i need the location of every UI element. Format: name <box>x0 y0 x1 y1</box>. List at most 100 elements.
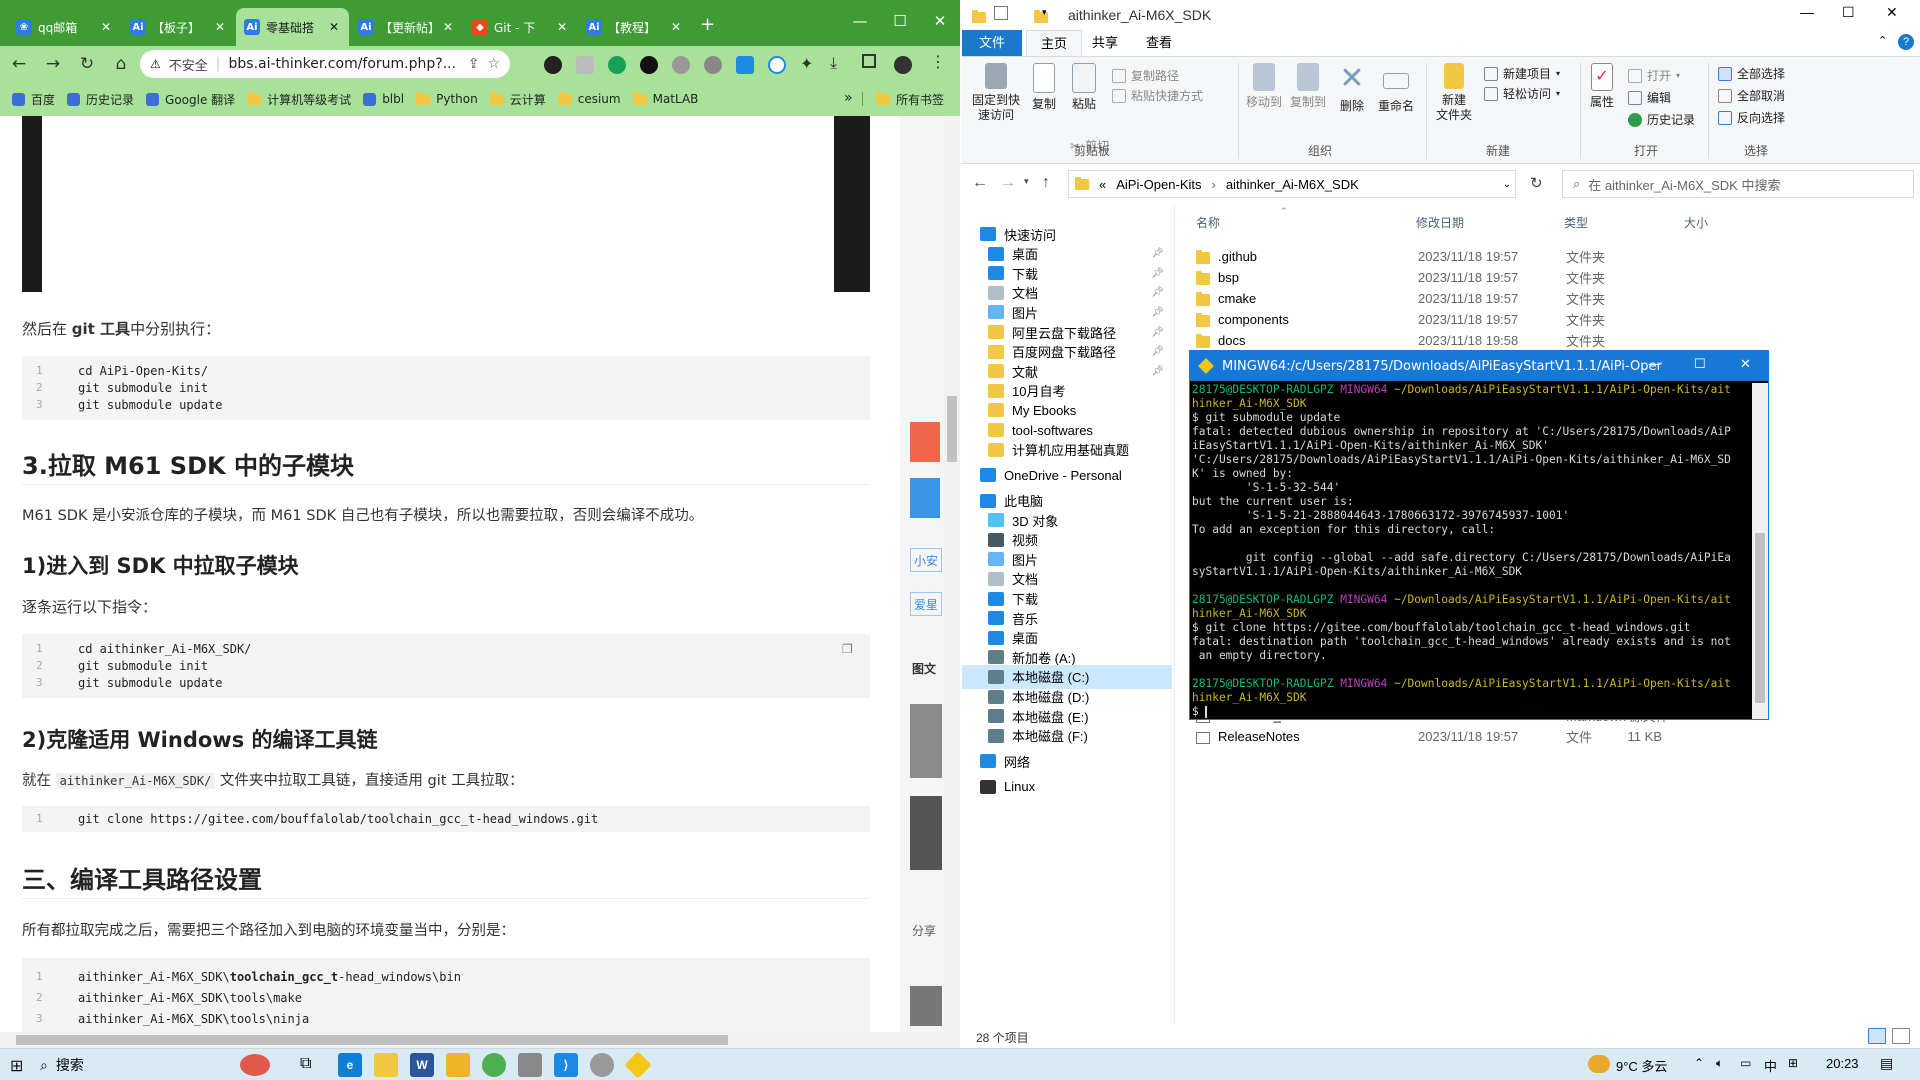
minimize-button[interactable]: — <box>1800 4 1814 20</box>
tab-file[interactable]: 文件 <box>962 30 1022 56</box>
file-row[interactable]: cmake 2023/11/18 19:57 文件夹 <box>1182 288 1902 309</box>
bookmark-item[interactable]: 云计算 <box>489 91 546 108</box>
ribbon-collapse-icon[interactable]: ⌃ <box>1878 34 1887 47</box>
extension-icon[interactable] <box>544 56 562 74</box>
extension-icon[interactable] <box>704 56 722 74</box>
edge-icon[interactable]: e <box>338 1053 362 1077</box>
extension-icon[interactable] <box>768 56 786 74</box>
all-bookmarks-button[interactable]: 所有书签 <box>876 91 944 108</box>
help-icon[interactable]: ? <box>1898 34 1914 50</box>
sidepanel-icon[interactable] <box>862 54 876 68</box>
select-all-button[interactable]: 全部选择 <box>1718 65 1785 82</box>
terminal-output[interactable]: 28175@DESKTOP-RADLGPZ MINGW64 ~/Download… <box>1192 383 1752 719</box>
notification-icon[interactable]: ▤ <box>1880 1055 1893 1072</box>
nav-item[interactable]: Linux <box>962 775 1172 799</box>
breadcrumb-item[interactable]: aithinker_Ai-M6X_SDK <box>1226 177 1359 192</box>
breadcrumb-overflow[interactable]: « <box>1099 177 1106 192</box>
tab-close-icon[interactable]: ✕ <box>213 20 227 34</box>
path-dropdown-icon[interactable]: ⌄ <box>1503 179 1511 190</box>
large-icons-view-icon[interactable] <box>1892 1028 1910 1044</box>
windows-start-icon[interactable]: ⊞ <box>10 1056 23 1076</box>
browser-tab[interactable]: ◆ Git - 下 ✕ <box>464 8 577 46</box>
url-text[interactable]: bbs.ai-thinker.com/forum.php?... <box>229 56 457 72</box>
forward-icon[interactable]: → <box>38 49 68 79</box>
close-button[interactable]: ✕ <box>1740 357 1751 372</box>
terminal-scrollbar[interactable] <box>1752 383 1768 719</box>
ime-indicator[interactable]: 中 <box>1764 1056 1777 1075</box>
browser-tab[interactable]: Ai 【板子】 ✕ <box>122 8 235 46</box>
reload-icon[interactable]: ↻ <box>72 49 102 79</box>
move-to-button[interactable]: 移动到 <box>1244 63 1284 110</box>
paste-shortcut-button[interactable]: 粘贴快捷方式 <box>1112 87 1203 104</box>
copy-to-button[interactable]: 复制到 <box>1288 63 1328 110</box>
browser-tab[interactable]: Ai 零基础搭 ✕ <box>236 8 349 46</box>
scroll-thumb[interactable] <box>16 1035 728 1045</box>
copy-icon[interactable]: ❐ <box>842 642 853 656</box>
thumbnail[interactable] <box>910 704 942 778</box>
invert-selection-button[interactable]: 反向选择 <box>1718 109 1785 126</box>
details-view-icon[interactable] <box>1868 1028 1886 1044</box>
thumbnail[interactable] <box>910 796 942 870</box>
word-icon[interactable]: W <box>410 1053 434 1077</box>
browser-tab[interactable]: Ai 【教程】 ✕ <box>578 8 691 46</box>
easy-access-button[interactable]: 轻松访问 ▾ <box>1484 85 1560 102</box>
translate-icon[interactable] <box>736 56 754 74</box>
nav-item[interactable]: 网络 <box>962 749 1172 773</box>
tab-close-icon[interactable]: ✕ <box>441 20 455 34</box>
bookmark-star-icon[interactable]: ☆ <box>487 56 500 72</box>
history-button[interactable]: 历史记录 <box>1628 111 1695 128</box>
app-icon[interactable] <box>590 1053 614 1077</box>
tab-close-icon[interactable]: ✕ <box>327 20 341 34</box>
search-input[interactable]: ⌕ 在 aithinker_Ai-M6X_SDK 中搜索 <box>1562 170 1914 198</box>
recent-locations-icon[interactable]: ▾ <box>1024 176 1029 187</box>
tab-close-icon[interactable]: ✕ <box>669 20 683 34</box>
column-name[interactable]: 名称 <box>1196 214 1220 231</box>
clock[interactable]: 20:23 <box>1826 1056 1859 1071</box>
bookmark-item[interactable]: 计算机等级考试 <box>247 91 351 108</box>
minimize-button[interactable]: — <box>1648 357 1661 372</box>
browser-tab[interactable]: ❀ qq邮箱 ✕ <box>8 8 121 46</box>
extension-icon[interactable] <box>608 56 626 74</box>
side-link[interactable]: 爱星 <box>910 592 942 616</box>
bookmark-item[interactable]: Google 翻译 <box>146 91 235 108</box>
nav-item[interactable]: OneDrive - Personal <box>962 463 1172 487</box>
extension-icon[interactable] <box>672 56 690 74</box>
path-box[interactable]: « AiPi-Open-Kits › aithinker_Ai-M6X_SDK … <box>1068 170 1516 198</box>
bookmark-item[interactable]: Python <box>416 91 478 106</box>
tab-share[interactable]: 共享 <box>1078 30 1132 56</box>
code-scrollbar[interactable] <box>858 638 868 702</box>
new-tab-button[interactable]: + <box>700 14 715 35</box>
tab-home[interactable]: 主页 <box>1026 30 1083 56</box>
maximize-button[interactable]: ☐ <box>1694 357 1706 372</box>
code-scrollbar[interactable] <box>858 810 868 836</box>
edit-button[interactable]: 编辑 <box>1628 89 1671 106</box>
code-scrollbar[interactable] <box>858 360 868 424</box>
rename-button[interactable]: 重命名 <box>1376 63 1416 114</box>
address-bar[interactable]: ⚠ 不安全 | bbs.ai-thinker.com/forum.php?...… <box>140 50 510 78</box>
column-type[interactable]: 类型 <box>1564 214 1588 231</box>
download-icon[interactable]: ⤓ <box>830 53 837 73</box>
bookmark-item[interactable]: MatLAB <box>632 91 698 106</box>
refresh-icon[interactable]: ↻ <box>1530 174 1543 192</box>
bookmark-item[interactable]: 百度 <box>12 91 55 108</box>
new-item-button[interactable]: 新建项目 ▾ <box>1484 65 1560 82</box>
taskbar-search[interactable]: ⌕ 搜索 <box>40 1053 270 1077</box>
tab-close-icon[interactable]: ✕ <box>555 20 569 34</box>
app-icon[interactable] <box>446 1053 470 1077</box>
bookmark-item[interactable]: blbl <box>363 92 404 106</box>
copy-path-button[interactable]: 复制路径 <box>1112 67 1179 84</box>
scroll-thumb[interactable] <box>947 396 957 462</box>
new-folder-button[interactable]: 新建 文件夹 <box>1432 63 1476 123</box>
quick-access-dropdown[interactable]: ▾ <box>1042 7 1047 18</box>
maximize-button[interactable]: ☐ <box>880 6 920 36</box>
file-row[interactable]: docs 2023/11/18 19:58 文件夹 <box>1182 330 1902 351</box>
file-row[interactable]: ReleaseNotes 2023/11/18 19:57 文件 11 KB <box>1182 726 1902 747</box>
open-button[interactable]: 打开 ▾ <box>1628 67 1680 84</box>
close-button[interactable]: ✕ <box>920 6 960 36</box>
task-view-icon[interactable]: ⧉ <box>300 1055 311 1073</box>
bookmarks-more-button[interactable]: » <box>844 90 853 106</box>
back-icon[interactable]: ← <box>972 174 988 192</box>
file-row[interactable]: components 2023/11/18 19:57 文件夹 <box>1182 309 1902 330</box>
breadcrumb-item[interactable]: AiPi-Open-Kits <box>1116 177 1201 192</box>
side-link[interactable]: 小安 <box>910 548 942 572</box>
